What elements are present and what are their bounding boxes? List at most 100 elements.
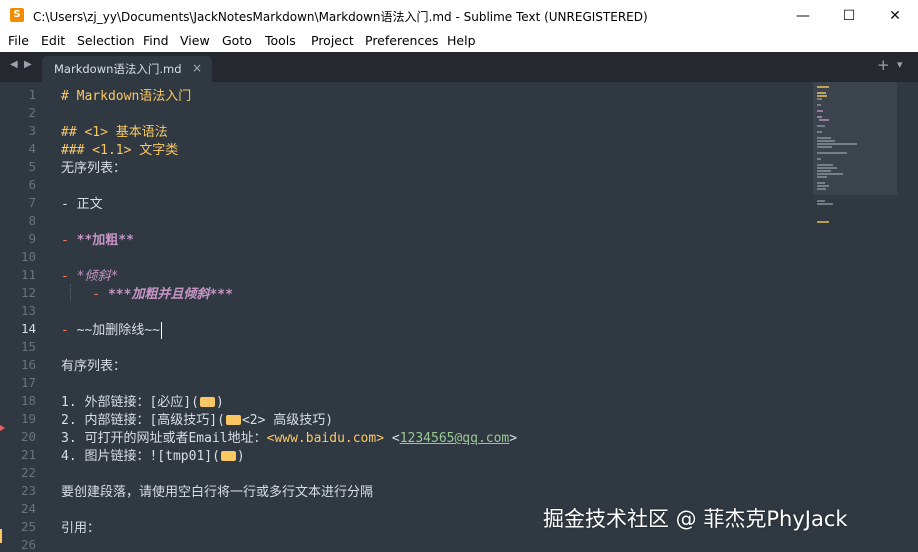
- minimap-line: [817, 167, 837, 169]
- close-button[interactable]: ✕: [872, 0, 918, 31]
- minimap-line: [817, 98, 822, 100]
- line-number: 3: [28, 123, 36, 138]
- line-number: 18: [20, 393, 36, 408]
- autolink-email[interactable]: 1234565@qq.com: [400, 431, 510, 446]
- menu-help[interactable]: Help: [447, 33, 476, 48]
- minimap-line: [817, 200, 825, 202]
- line-number: 9: [28, 231, 36, 246]
- line-number: 19: [20, 411, 36, 426]
- minimap-line: [817, 116, 822, 118]
- code-line-18: 1. 外部链接：[必应](): [61, 391, 224, 410]
- menu-view[interactable]: View: [180, 33, 210, 48]
- autolink-close: >: [509, 431, 518, 446]
- minimap-line: [817, 221, 829, 223]
- menu-file[interactable]: File: [8, 33, 29, 48]
- line-number: 15: [20, 339, 36, 354]
- line-number: 6: [28, 177, 36, 192]
- code-line-9: - **加粗**: [61, 229, 134, 248]
- tab-bar: ◀ ▶ Markdown语法入门.md × + ▾: [0, 52, 918, 82]
- code-line-25: 引用：: [61, 521, 101, 536]
- line-number-current: 14: [20, 321, 36, 336]
- line-number: 23: [20, 483, 36, 498]
- fold-marker-icon: [0, 425, 5, 431]
- code-line-14: - ~~加删除线~~: [61, 319, 163, 339]
- new-tab-icon[interactable]: +: [877, 56, 890, 74]
- folded-ellipsis-icon[interactable]: [225, 414, 241, 425]
- indent-guide: [70, 284, 71, 301]
- minimap-line: [817, 95, 827, 97]
- menu-preferences[interactable]: Preferences: [365, 33, 439, 48]
- list-dash: -: [61, 323, 77, 338]
- line-number: 22: [20, 465, 36, 480]
- minimize-button[interactable]: —: [780, 0, 826, 31]
- window-title: C:\Users\zj_yy\Documents\JackNotesMarkdo…: [33, 10, 648, 24]
- watermark: 掘金技术社区 @ 菲杰克PhyJack: [543, 507, 848, 531]
- line-number: 1: [28, 87, 36, 102]
- menu-edit[interactable]: Edit: [41, 33, 65, 48]
- minimap-line: [817, 140, 835, 142]
- minimap-line: [817, 86, 829, 88]
- minimap-viewport[interactable]: [813, 82, 897, 195]
- line-number: 10: [20, 249, 36, 264]
- minimap-line: [817, 185, 829, 187]
- minimap-line: [817, 170, 831, 172]
- tab-close-icon[interactable]: ×: [192, 61, 202, 75]
- autolink-open: <: [384, 431, 400, 446]
- line-number: 25: [20, 519, 36, 534]
- minimap-line: [817, 137, 831, 139]
- line-number: 21: [20, 447, 36, 462]
- code-line-5: 无序列表：: [61, 161, 127, 176]
- line-number: 2: [28, 105, 36, 120]
- menu-selection[interactable]: Selection: [77, 33, 135, 48]
- code-line-1: # Markdown语法入门: [61, 89, 192, 104]
- image-link-text: 4. 图片链接：![tmp01](: [61, 449, 220, 464]
- list-text: 3. 可打开的网址或者Email地址：: [61, 431, 267, 446]
- maximize-button[interactable]: ☐: [826, 0, 872, 31]
- tab-markdown-file[interactable]: Markdown语法入门.md ×: [42, 56, 212, 82]
- menu-project[interactable]: Project: [311, 33, 354, 48]
- code-line-7: - 正文: [61, 197, 103, 212]
- minimap-line: [817, 104, 821, 106]
- minimap-line: [817, 125, 825, 127]
- menu-tools[interactable]: Tools: [265, 33, 296, 48]
- list-dash: -: [61, 269, 77, 284]
- minimap-line: [817, 146, 832, 148]
- minimap-line: [817, 143, 857, 145]
- minimap-line: [817, 182, 825, 184]
- code-line-4: ### <1.1> 文字类: [61, 143, 179, 158]
- minimap-line: [817, 176, 827, 178]
- italic-text: *倾斜*: [76, 269, 119, 284]
- minimap-line: [817, 164, 833, 166]
- tab-overflow-icon[interactable]: ▾: [897, 58, 903, 71]
- line-number: 16: [20, 357, 36, 372]
- bold-italic-text: ***加粗并且倾斜***: [107, 287, 233, 302]
- minimap-line: [817, 203, 833, 205]
- vertical-scrollbar[interactable]: [905, 82, 918, 548]
- tab-label: Markdown语法入门.md: [54, 62, 182, 76]
- minimap[interactable]: [813, 82, 897, 548]
- minimap-line: [817, 152, 847, 154]
- line-number: 13: [20, 303, 36, 318]
- line-number: 8: [28, 213, 36, 228]
- menu-find[interactable]: Find: [143, 33, 169, 48]
- minimap-line: [817, 110, 823, 112]
- code-line-19: 2. 内部链接：[高级技巧](<2> 高级技巧): [61, 409, 333, 428]
- tab-next-icon[interactable]: ▶: [24, 59, 32, 70]
- code-line-12: - ***加粗并且倾斜***: [61, 283, 233, 302]
- link-close: ): [215, 395, 224, 410]
- text-cursor: [160, 322, 163, 339]
- tab-prev-icon[interactable]: ◀: [10, 59, 18, 70]
- strikethrough-text: ~~加删除线~~: [76, 323, 160, 338]
- code-line-11: - *倾斜*: [61, 265, 118, 284]
- minimap-line: [817, 188, 826, 190]
- folded-ellipsis-icon[interactable]: [220, 450, 236, 461]
- code-line-21: 4. 图片链接：![tmp01](): [61, 445, 245, 464]
- folded-ellipsis-icon[interactable]: [199, 396, 215, 407]
- line-number: 20: [20, 429, 36, 444]
- bold-text: **加粗**: [76, 233, 134, 248]
- modified-line-marker: [0, 529, 2, 543]
- minimap-line: [819, 119, 829, 121]
- menu-goto[interactable]: Goto: [222, 33, 252, 48]
- line-number: 11: [20, 267, 36, 282]
- line-number: 12: [20, 285, 36, 300]
